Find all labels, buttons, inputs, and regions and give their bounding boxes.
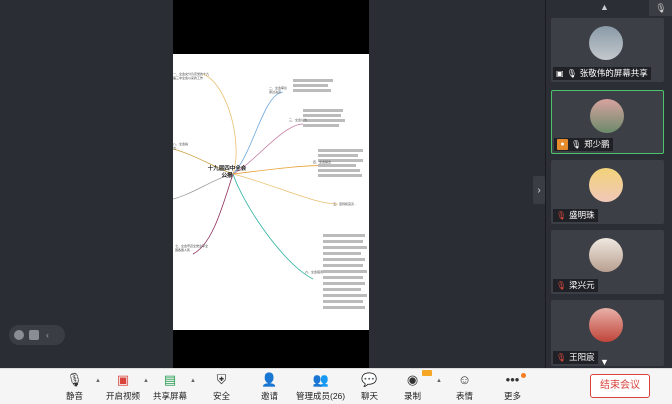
participant-tile[interactable]: 🎙 梁兴元 [551, 230, 664, 294]
mic-muted-icon: 🎙 [556, 281, 567, 290]
emoji-icon[interactable] [14, 330, 24, 340]
participant-label: 🎙 梁兴元 [553, 279, 598, 292]
mindmap-center-title: 十九届四中全会公报 [207, 166, 247, 179]
security-button[interactable]: ⛨ 安全 [213, 372, 230, 404]
mic-icon: 🎙 [566, 69, 577, 78]
collapse-sidebar-button[interactable]: › [533, 176, 545, 204]
members-label: 管理成员(26) [296, 391, 346, 401]
mindmap-node: 八、全会指出… [173, 142, 189, 150]
share-screen-button[interactable]: ▤ 共享屏幕 [153, 372, 187, 404]
video-off-icon: ▣ [116, 372, 130, 387]
record-badge [422, 370, 432, 376]
scroll-down-icon[interactable]: ▼ [600, 357, 609, 367]
shield-icon: ⛨ [216, 372, 227, 387]
avatar [589, 168, 623, 202]
chevron-left-icon[interactable]: ‹ [46, 330, 49, 340]
scroll-up-icon[interactable]: ▲ [600, 2, 609, 12]
participant-name: 张敬伟的屏幕共享 [579, 68, 648, 78]
mute-label: 静音 [66, 391, 84, 401]
invite-button[interactable]: 👤 邀请 [261, 372, 278, 404]
main-video-stage: 十九届四中全会公报 一、全会充分肯定党的十九届三中全会以来的工作 二、全会审议通… [0, 0, 545, 368]
invite-label: 邀请 [261, 391, 279, 401]
shared-mindmap: 十九届四中全会公报 一、全会充分肯定党的十九届三中全会以来的工作 二、全会审议通… [173, 54, 369, 330]
mic-muted-icon: 🎙 [556, 353, 567, 362]
notification-dot [521, 373, 526, 378]
participant-tile[interactable]: ▣ 🎙 张敬伟的屏幕共享 [551, 18, 664, 82]
mindmap-node: 二、全会审议通过决定 [269, 86, 288, 94]
chevron-up-icon[interactable]: ▲ [143, 378, 149, 384]
chat-bubble-icon[interactable] [29, 330, 39, 340]
participant-tile[interactable]: 🎙 盛明珠 [551, 160, 664, 224]
reactions-label: 表情 [456, 391, 474, 401]
security-label: 安全 [213, 391, 231, 401]
participant-name: 王阳宸 [569, 352, 595, 362]
more-button[interactable]: ••• 更多 [504, 372, 521, 404]
meeting-toolbar: 🎙 静音 ▲ ▣ 开启视频 ▲ ▤ 共享屏幕 ▲ ⛨ 安全 👤 邀请 👥 管理成… [0, 368, 672, 404]
video-label: 开启视频 [106, 391, 141, 401]
end-meeting-button[interactable]: 结束会议 [590, 374, 650, 398]
floating-tools: ‹ [9, 325, 65, 345]
chevron-up-icon[interactable]: ▲ [95, 378, 101, 384]
chat-label: 聊天 [361, 391, 379, 401]
record-button[interactable]: ◉ 录制 [404, 372, 421, 404]
mic-icon: 🎙 [571, 140, 582, 149]
chat-icon: 💬 [361, 372, 378, 387]
participant-label: 🎙 盛明珠 [553, 209, 598, 222]
share-screen-icon: ▤ [163, 372, 177, 387]
participant-name: 梁兴元 [569, 280, 595, 290]
screen-share-icon: ▣ [556, 69, 564, 78]
mindmap-node: 一、全会充分肯定党的十九届三中全会以来的工作 [173, 72, 210, 80]
mindmap-node: 五、坚持和完善… [333, 202, 358, 206]
mic-icon[interactable]: 🎙 [649, 0, 672, 16]
more-icon: ••• [505, 372, 520, 387]
participant-name: 盛明珠 [569, 210, 595, 220]
more-label: 更多 [504, 391, 522, 401]
participant-label: ● 🎙 郑少鹏 [554, 138, 613, 151]
mindmap-node: 七、全会号召全党全军全国各族人民… [175, 244, 209, 252]
chevron-up-icon[interactable]: ▲ [190, 378, 196, 384]
chat-button[interactable]: 💬 聊天 [361, 372, 378, 404]
add-user-icon: 👤 [261, 372, 278, 387]
avatar [589, 238, 623, 272]
record-label: 录制 [404, 391, 422, 401]
mindmap-branches [173, 73, 367, 309]
host-icon: ● [557, 139, 568, 150]
manage-members-button[interactable]: 👥 管理成员(26) [296, 372, 345, 404]
users-icon: 👥 [312, 372, 329, 387]
mindmap-node: 四、全会提出 [313, 160, 332, 164]
mute-button[interactable]: 🎙 静音 [66, 372, 83, 404]
emoji-icon: ☺ [457, 372, 472, 387]
mic-muted-icon: 🎙 [556, 211, 567, 220]
participant-label: ▣ 🎙 张敬伟的屏幕共享 [553, 67, 651, 80]
record-icon: ◉ [406, 372, 419, 387]
mindmap-node: 三、全会认为 [289, 118, 308, 122]
reactions-button[interactable]: ☺ 表情 [456, 372, 473, 404]
chevron-up-icon[interactable]: ▲ [436, 378, 442, 384]
participant-tile[interactable]: ● 🎙 郑少鹏 [551, 90, 664, 154]
start-video-button[interactable]: ▣ 开启视频 [106, 372, 140, 404]
share-label: 共享屏幕 [153, 391, 188, 401]
avatar [589, 26, 623, 60]
avatar [590, 99, 624, 133]
mindmap-node: 六、全会强调 [305, 270, 324, 274]
participant-sidebar: ▲ 🎙 ▣ 🎙 张敬伟的屏幕共享 ● 🎙 郑少鹏 🎙 盛明珠 🎙 梁兴元 🎙 王… [545, 0, 672, 368]
participant-name: 郑少鹏 [584, 139, 610, 149]
mic-icon: 🎙 [66, 372, 83, 387]
avatar [589, 308, 623, 342]
participant-label: 🎙 王阳宸 [553, 351, 598, 364]
